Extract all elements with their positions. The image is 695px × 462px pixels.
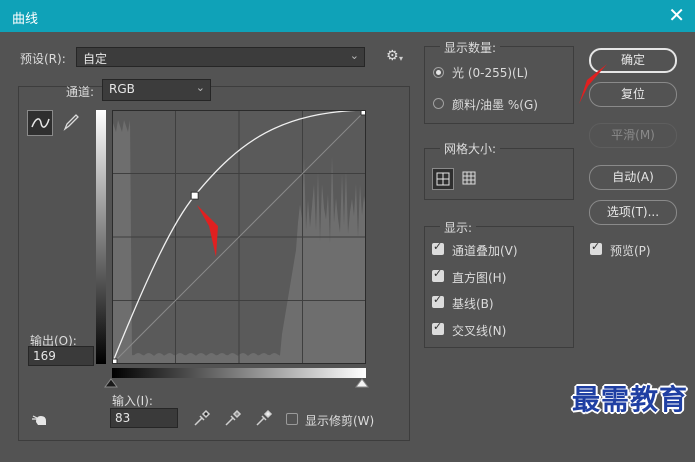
intersection-line-checkbox[interactable] [432,320,444,335]
channel-overlays-checkbox[interactable] [432,240,444,255]
output-field[interactable]: 169 [28,346,94,366]
gray-eyedropper-icon[interactable] [222,408,242,428]
black-eyedropper-icon[interactable] [191,408,211,428]
preset-value: 自定 [83,52,108,66]
display-amount-title: 显示数量: [440,39,501,56]
black-point-slider-icon[interactable] [104,378,118,388]
white-point-slider-icon[interactable] [355,378,369,388]
intersection-line-label: 交叉线(N) [452,324,507,338]
preset-select[interactable]: 自定 ⌄ [76,47,365,67]
light-radio-label: 光 (0-255)(L) [452,66,529,80]
input-label: 输入(I): [112,394,153,408]
detailed-grid-icon [462,171,476,185]
chevron-down-icon: ⌄ [349,49,359,62]
simple-grid-icon [436,172,450,186]
watermark-logo: 最需教育 [572,383,689,416]
curve-tool-icon [31,118,50,128]
curve-control-point[interactable] [190,191,199,200]
histogram-checkbox[interactable] [432,267,444,282]
channel-select[interactable]: RGB ⌄ [102,79,211,101]
grid-detailed-button[interactable] [459,168,481,190]
baseline-checkbox[interactable] [432,293,444,308]
pigment-radio[interactable] [433,98,444,109]
preset-label: 预设(R): [20,52,66,66]
auto-button[interactable]: 自动(A) [589,165,677,190]
show-clipping-label: 显示修剪(W) [305,414,375,428]
reset-button[interactable]: 复位 [589,82,677,107]
pencil-icon [63,114,79,131]
on-image-adjust-icon[interactable] [30,410,52,430]
pencil-tool[interactable] [58,110,84,136]
channel-overlays-label: 通道叠加(V) [452,244,518,258]
output-gradient-bar [96,110,106,364]
close-icon[interactable]: ✕ [668,4,685,26]
grid-size-title: 网格大小: [440,140,501,157]
channel-value: RGB [109,82,135,96]
preview-label: 预览(P) [610,244,651,258]
pigment-radio-label: 颜料/油墨 %(G) [452,98,538,112]
input-field[interactable]: 83 [110,408,178,428]
gear-icon[interactable]: ⚙ [386,48,399,64]
options-button[interactable]: 选项(T)... [589,200,677,225]
channel-label: 通道: [66,85,95,99]
input-gradient-bar [112,368,366,378]
window-title: 曲线 [12,12,39,27]
curve-edit-tool[interactable] [27,110,53,136]
light-radio[interactable] [433,67,444,78]
histogram-label: 直方图(H) [452,271,507,285]
preview-checkbox[interactable] [590,240,602,255]
show-options-title: 显示: [440,219,477,236]
white-eyedropper-icon[interactable] [253,408,273,428]
baseline-label: 基线(B) [452,297,494,311]
smooth-button[interactable]: 平滑(M) [589,123,677,148]
chevron-down-icon: ⌄ [195,81,205,94]
show-clipping-checkbox[interactable] [286,413,298,425]
gear-menu-arrow-icon: ▾ [399,54,404,63]
grid-simple-button[interactable] [432,168,454,190]
title-bar: 曲线 ✕ [0,0,695,32]
ok-button[interactable]: 确定 [589,48,677,73]
curve-graph[interactable] [112,110,366,364]
